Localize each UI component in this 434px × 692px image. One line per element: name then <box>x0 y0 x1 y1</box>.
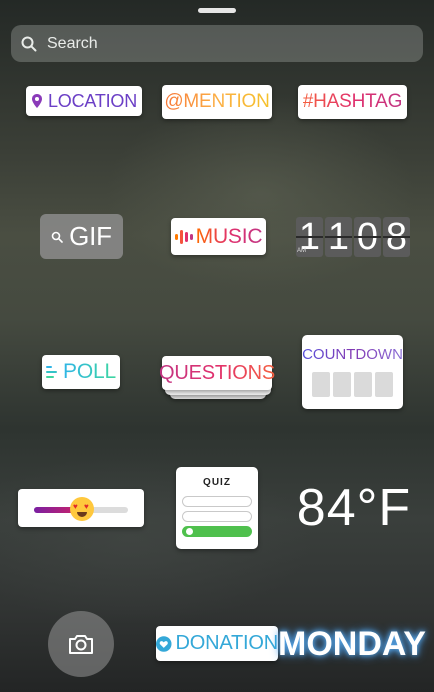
heart-eyes-emoji-icon: ♥ ♥ <box>70 497 94 521</box>
location-pin-icon <box>31 94 42 108</box>
emoji-mouth <box>77 512 87 517</box>
poll-label: POLL <box>63 360 116 383</box>
quiz-sticker[interactable]: QUIZ <box>176 467 258 549</box>
check-icon <box>186 528 193 535</box>
time-digit: 8 <box>383 217 410 257</box>
poll-lines-icon <box>46 366 58 378</box>
hashtag-label: #HASHTAG <box>302 91 403 112</box>
audio-wave-icon <box>174 229 193 244</box>
time-sticker[interactable]: 1 AM 1 0 8 <box>296 217 410 257</box>
time-digit-value: 8 <box>385 216 408 258</box>
search-placeholder: Search <box>47 34 98 52</box>
time-digit: 0 <box>354 217 381 257</box>
countdown-box <box>354 372 372 397</box>
countdown-box <box>375 372 393 397</box>
location-sticker[interactable]: LOCATION <box>26 86 142 116</box>
music-sticker[interactable]: MUSIC <box>171 218 266 255</box>
quiz-label: QUIZ <box>203 477 231 488</box>
weekday-sticker[interactable]: MONDAY <box>278 622 426 666</box>
mention-label: @MENTION <box>164 91 270 112</box>
countdown-label: COUNTDOWN <box>302 346 403 363</box>
camera-button[interactable] <box>48 611 114 677</box>
heart-eye-icon: ♥ <box>73 502 78 511</box>
search-bar[interactable]: Search <box>11 25 423 62</box>
time-digit: 1 <box>325 217 352 257</box>
location-label: LOCATION <box>47 90 138 111</box>
donation-label: DONATION <box>175 632 279 654</box>
hashtag-sticker[interactable]: #HASHTAG <box>298 85 407 119</box>
weekday-label: MONDAY <box>278 624 426 663</box>
gif-sticker[interactable]: GIF <box>40 214 123 259</box>
camera-icon <box>69 635 93 654</box>
heart-eye-icon: ♥ <box>84 502 89 511</box>
emoji-slider-sticker[interactable]: ♥ ♥ <box>18 489 144 527</box>
questions-sticker[interactable]: QUESTIONS <box>159 356 275 390</box>
countdown-sticker[interactable]: COUNTDOWN <box>302 335 403 409</box>
search-icon <box>21 36 37 51</box>
time-digit: 1 AM <box>296 217 323 257</box>
mention-sticker[interactable]: @MENTION <box>162 85 272 119</box>
search-icon <box>51 231 63 243</box>
gif-label: GIF <box>69 221 112 251</box>
music-label: MUSIC <box>195 224 263 248</box>
questions-label: QUESTIONS <box>159 361 275 384</box>
temperature-sticker[interactable]: 84°F <box>296 478 412 538</box>
quiz-option <box>182 511 252 522</box>
time-digit-value: 0 <box>356 216 379 258</box>
countdown-box <box>333 372 351 397</box>
countdown-boxes <box>312 372 393 397</box>
temperature-label: 84°F <box>296 479 412 537</box>
countdown-box <box>312 372 330 397</box>
time-digit-value: 1 <box>327 216 350 258</box>
time-period: AM <box>297 248 306 254</box>
donation-sticker[interactable]: DONATION <box>156 626 278 661</box>
drag-handle[interactable] <box>198 8 236 13</box>
quiz-option <box>182 496 252 507</box>
heart-badge-icon <box>156 635 172 652</box>
quiz-option-correct <box>182 526 252 537</box>
poll-sticker[interactable]: POLL <box>42 355 120 389</box>
